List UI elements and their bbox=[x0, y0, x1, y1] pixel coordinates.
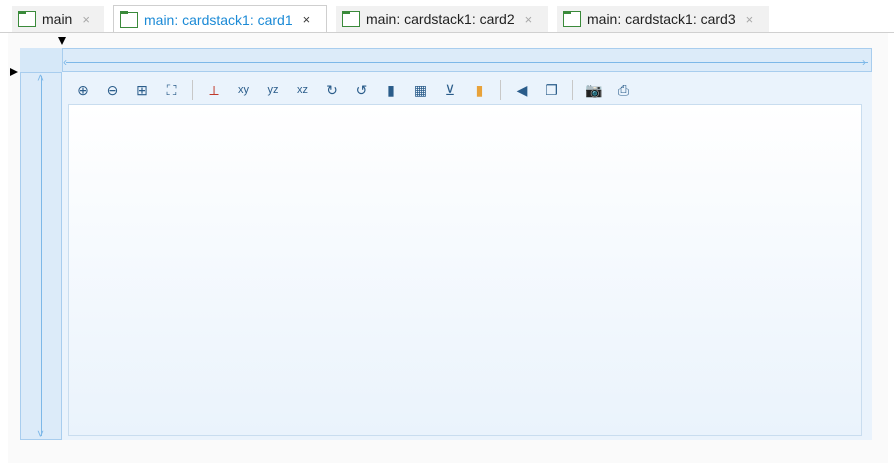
tab-main[interactable]: main × bbox=[12, 6, 104, 32]
color-legend-icon[interactable]: ▮ bbox=[469, 79, 491, 101]
rotate-cw-icon[interactable]: ↻ bbox=[321, 79, 343, 101]
horizontal-ruler[interactable] bbox=[62, 48, 872, 72]
window-frame-icon bbox=[341, 10, 360, 27]
toolbar-separator bbox=[500, 80, 501, 100]
tab-card3[interactable]: main: cardstack1: card3 × bbox=[557, 6, 769, 32]
rotate-ccw-icon[interactable]: ↺ bbox=[351, 79, 373, 101]
xy-view-icon[interactable]: xy bbox=[233, 79, 255, 101]
zoom-extents-icon[interactable]: ⛶ bbox=[161, 79, 183, 101]
xz-view-icon[interactable]: xz bbox=[292, 79, 314, 101]
tab-label: main bbox=[42, 11, 73, 27]
graphics-toolbar: ⊕ ⊖ ⊞ ⛶ ⟂ xy yz xz ↻ ↺ ▮ ▦ ⊻ ▮ ◀ ❐ 📷 ⎙ bbox=[72, 78, 642, 102]
speaker-icon[interactable]: ◀ bbox=[511, 79, 533, 101]
window-icon[interactable]: ❐ bbox=[541, 79, 563, 101]
arrow-down-icon: ˅ bbox=[37, 427, 45, 441]
window-frame-icon bbox=[119, 11, 138, 28]
tab-card2[interactable]: main: cardstack1: card2 × bbox=[336, 6, 548, 32]
arrow-right-icon: › bbox=[862, 55, 866, 69]
vertical-extent-line bbox=[41, 76, 42, 436]
close-icon[interactable]: × bbox=[746, 12, 754, 27]
show-axis-icon[interactable]: ⊻ bbox=[439, 79, 461, 101]
tab-label: main: cardstack1: card2 bbox=[366, 11, 515, 27]
zoom-box-icon[interactable]: ⊞ bbox=[131, 79, 153, 101]
window-frame-icon bbox=[562, 10, 581, 27]
tab-strip: main × main: cardstack1: card1 × main: c… bbox=[0, 0, 894, 33]
close-icon[interactable]: × bbox=[82, 12, 90, 27]
ruler-corner bbox=[20, 48, 62, 72]
scene-light-icon[interactable]: ▮ bbox=[380, 79, 402, 101]
arrow-up-icon: ˄ bbox=[37, 71, 45, 85]
grid-icon[interactable]: ▦ bbox=[410, 79, 432, 101]
zoom-out-icon[interactable]: ⊖ bbox=[102, 79, 124, 101]
column-marker-icon[interactable] bbox=[58, 37, 66, 45]
row-marker-icon[interactable] bbox=[10, 68, 18, 76]
toolbar-separator bbox=[572, 80, 573, 100]
tab-card1[interactable]: main: cardstack1: card1 × bbox=[113, 5, 327, 33]
close-icon[interactable]: × bbox=[525, 12, 533, 27]
yz-view-icon[interactable]: yz bbox=[262, 79, 284, 101]
zoom-in-icon[interactable]: ⊕ bbox=[72, 79, 94, 101]
tab-label: main: cardstack1: card1 bbox=[144, 11, 293, 28]
horizontal-extent-line bbox=[66, 62, 868, 63]
toolbar-separator bbox=[192, 80, 193, 100]
camera-icon[interactable]: 📷 bbox=[583, 79, 605, 101]
print-icon[interactable]: ⎙ bbox=[613, 79, 635, 101]
window-frame-icon bbox=[17, 10, 36, 27]
arrow-left-icon: ‹ bbox=[63, 55, 67, 69]
tab-label: main: cardstack1: card3 bbox=[587, 11, 736, 27]
close-icon[interactable]: × bbox=[303, 12, 311, 27]
graphics-canvas[interactable] bbox=[68, 104, 862, 436]
axis-orientation-icon[interactable]: ⟂ bbox=[203, 79, 225, 101]
